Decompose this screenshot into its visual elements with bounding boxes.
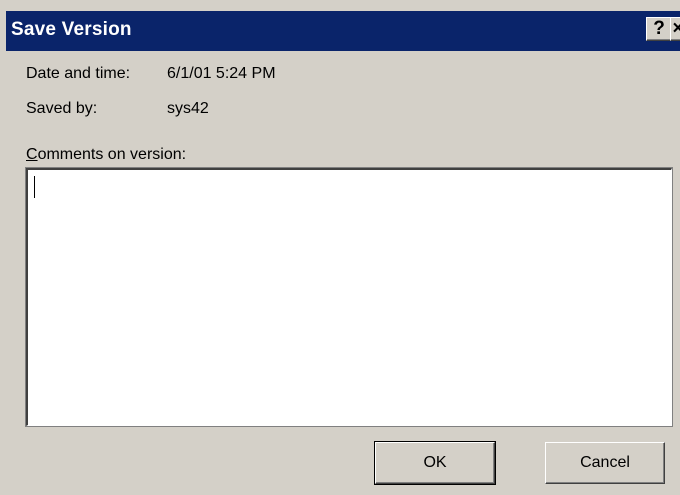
comments-textarea[interactable]: [25, 167, 673, 427]
close-icon: ×: [672, 18, 680, 39]
question-mark-icon: ?: [653, 18, 665, 39]
dialog-title: Save Version: [11, 19, 132, 40]
comments-label: Comments on version:: [26, 146, 186, 164]
text-caret: [34, 176, 35, 198]
save-version-dialog: Save Version ? × Date and time: 6/1/01 5…: [0, 0, 680, 495]
cancel-button[interactable]: Cancel: [545, 442, 665, 484]
close-button[interactable]: ×: [670, 17, 680, 41]
ok-button[interactable]: OK: [374, 441, 496, 485]
date-time-value: 6/1/01 5:24 PM: [167, 65, 276, 82]
comments-label-text: omments on version:: [37, 146, 187, 163]
comments-label-mnemonic: C: [26, 146, 38, 163]
saved-by-value: sys42: [167, 100, 209, 117]
help-button[interactable]: ?: [646, 17, 672, 41]
title-bar[interactable]: Save Version ? ×: [6, 11, 680, 51]
saved-by-label: Saved by:: [26, 100, 98, 117]
date-time-label: Date and time:: [26, 65, 131, 82]
